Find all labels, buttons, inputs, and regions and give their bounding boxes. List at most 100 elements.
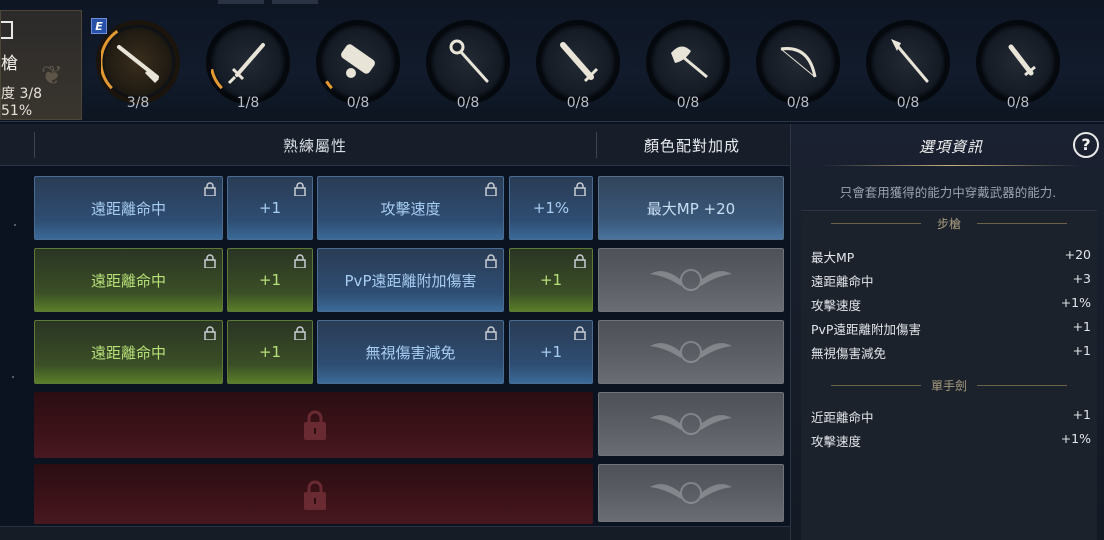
stat-value: +1% <box>1060 295 1091 310</box>
stat-value: +1 <box>1072 407 1091 422</box>
list-item: PvP遠距離附加傷害 +1 <box>811 319 1091 337</box>
stat-label: 遠距離命中 <box>90 343 166 362</box>
weapon-level: 3/8 <box>126 95 150 111</box>
weapon-bar: 槍 ❦ 度 3/8 51% E 3/8 1/8 0/8 0/8 0/8 0/8 0/8 0/8… <box>0 0 1104 122</box>
color-bonus-cell[interactable] <box>598 392 784 456</box>
current-weapon-panel[interactable]: 槍 ❦ 度 3/8 51% <box>0 10 82 120</box>
weapon-level: 0/8 <box>346 95 370 111</box>
locked-row[interactable] <box>34 464 593 524</box>
spear-icon <box>891 39 929 83</box>
stat-label: 遠距離命中 <box>90 271 166 290</box>
lock-icon <box>574 182 586 196</box>
top-tab-strip <box>272 0 318 4</box>
mastery-stat-cell[interactable]: 攻擊速度 <box>317 176 504 240</box>
lock-icon <box>204 182 216 196</box>
mastery-value-cell[interactable]: +1% <box>509 176 593 240</box>
weapon-level: 0/8 <box>456 95 480 111</box>
mastery-stat-cell[interactable]: 遠距離命中 <box>34 320 223 384</box>
mastery-value-cell[interactable]: +1 <box>227 248 313 312</box>
mastery-ring <box>206 20 290 104</box>
lock-icon <box>485 182 497 196</box>
weapon-level: 0/8 <box>676 95 700 111</box>
mastery-value-cell[interactable]: +1 <box>227 320 313 384</box>
lock-icon <box>304 480 326 510</box>
weapon-level: 0/8 <box>786 95 810 111</box>
lock-icon <box>204 254 216 268</box>
info-description: 只會套用獲得的能力中穿戴武器的能力. <box>839 185 1057 200</box>
mastery-value-cell[interactable]: +1 <box>509 320 593 384</box>
weapon-slot[interactable]: 0/8 <box>312 18 404 118</box>
lock-icon <box>294 326 306 340</box>
stat-name: 攻擊速度 <box>811 434 862 449</box>
mastery-value-cell[interactable]: +1 <box>509 248 593 312</box>
mastery-value-cell[interactable]: +1 <box>227 176 313 240</box>
stat-name: 近距離命中 <box>811 410 874 425</box>
list-item: 遠距離命中 +3 <box>811 271 1091 289</box>
header-divider <box>34 132 35 158</box>
option-info-panel: 選項資訊 ? 只會套用獲得的能力中穿戴武器的能力. 步槍 最大MP +20 遠距… <box>790 124 1104 540</box>
help-button[interactable]: ? <box>1073 132 1099 158</box>
stat-value: +1 <box>1072 319 1091 334</box>
stat-value: +1 <box>1072 343 1091 358</box>
info-title: 選項資訊 <box>918 138 983 156</box>
mastery-ring <box>536 20 620 104</box>
weapon-slot[interactable]: 0/8 <box>422 18 514 118</box>
list-item: 近距離命中 +1 <box>811 407 1091 425</box>
stat-name: 攻擊速度 <box>811 298 862 313</box>
color-bonus-cell[interactable] <box>598 320 784 384</box>
mastery-stat-cell[interactable]: 無視傷害減免 <box>317 320 504 384</box>
weapon-level: 0/8 <box>896 95 920 111</box>
wings-emblem-icon <box>650 413 732 435</box>
locked-row[interactable] <box>34 392 593 458</box>
color-bonus-cell[interactable] <box>598 464 784 522</box>
stat-value: +1 <box>258 343 282 361</box>
weapon-slot[interactable]: 0/8 <box>862 18 954 118</box>
stat-value: +3 <box>1072 271 1091 286</box>
stat-label: PvP遠距離附加傷害 <box>344 271 477 290</box>
stat-label: 攻擊速度 <box>380 199 441 218</box>
mastery-stat-cell[interactable]: 遠距離命中 <box>34 248 223 312</box>
weapon-slot[interactable]: 1/8 <box>202 18 294 118</box>
staff-icon <box>449 39 489 83</box>
color-bonus-header: 顏色配對加成 <box>643 137 740 155</box>
wings-emblem-icon: ❦ <box>41 61 63 91</box>
list-item: 攻擊速度 +1% <box>811 295 1091 313</box>
weapon-slot[interactable]: 0/8 <box>532 18 624 118</box>
mastery-ring <box>426 20 510 104</box>
stat-name: 最大MP <box>811 250 855 265</box>
mastery-ring <box>756 20 840 104</box>
mastery-stat-cell[interactable]: 遠距離命中 <box>34 176 223 240</box>
group-header: 步槍 <box>801 215 1097 231</box>
weapon-slot[interactable]: 3/8 <box>92 18 184 118</box>
list-item: 最大MP +20 <box>811 247 1091 265</box>
bottom-bar <box>0 526 790 540</box>
weapon-level: 1/8 <box>236 95 260 111</box>
wings-emblem-icon <box>650 482 732 504</box>
mastery-ring <box>316 20 400 104</box>
mastery-ring <box>646 20 730 104</box>
weapon-slot[interactable]: 0/8 <box>642 18 734 118</box>
current-weapon-name: 槍 <box>1 54 18 74</box>
stat-value: +20 <box>1064 247 1091 262</box>
checkbox-icon <box>1 21 13 39</box>
wings-emblem-icon <box>650 269 732 291</box>
stat-name: PvP遠距離附加傷害 <box>811 322 921 337</box>
lock-icon <box>304 410 326 440</box>
stat-summary-list: 步槍 最大MP +20 遠距離命中 +3 攻擊速度 +1% PvP遠距離附加傷害… <box>801 210 1097 540</box>
weapon-slot[interactable]: 0/8 <box>972 18 1064 118</box>
stat-label: 遠距離命中 <box>90 199 166 218</box>
table-header: 熟練屬性 顏色配對加成 <box>0 124 790 166</box>
stat-value: +1 <box>258 199 282 217</box>
lock-icon <box>574 254 586 268</box>
lock-icon <box>485 326 497 340</box>
color-bonus-cell[interactable] <box>598 248 784 312</box>
mastery-stat-cell[interactable]: PvP遠距離附加傷害 <box>317 248 504 312</box>
bow-icon <box>780 47 817 78</box>
stat-value: +1 <box>258 271 282 289</box>
group-header: 單手劍 <box>801 377 1097 393</box>
color-bonus-cell[interactable]: 最大MP +20 <box>598 176 784 240</box>
weapon-level: 0/8 <box>566 95 590 111</box>
mastery-ring <box>976 20 1060 104</box>
greatsword-icon <box>560 42 599 83</box>
weapon-slot[interactable]: 0/8 <box>752 18 844 118</box>
